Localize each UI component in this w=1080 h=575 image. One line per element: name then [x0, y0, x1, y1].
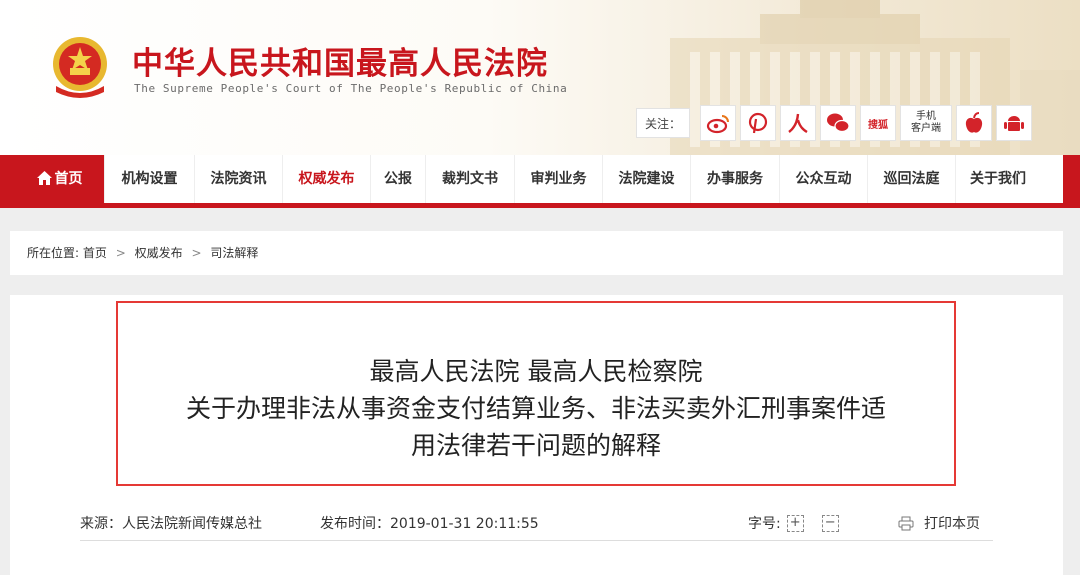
mobile-client-link[interactable]: 手机 客户端: [900, 105, 953, 141]
pinterest-icon[interactable]: [740, 105, 777, 141]
printer-icon: [898, 516, 914, 530]
nav-item-gazette[interactable]: 公报: [371, 155, 426, 203]
follow-label: 关注：: [636, 108, 691, 138]
breadcrumb-separator: >: [191, 246, 202, 260]
nav-list: 首页 机构设置 法院资讯 权威发布 公报 裁判文书 审判业务 法院建设 办事服务…: [15, 155, 1063, 203]
nav-item-services[interactable]: 办事服务: [691, 155, 780, 203]
wechat-icon[interactable]: [820, 105, 857, 141]
mobile-label: 手机 客户端: [911, 111, 942, 134]
font-size-control: 字号: + −: [748, 513, 839, 533]
android-icon[interactable]: [996, 105, 1033, 141]
national-emblem-logo: [53, 37, 107, 98]
nav-item-organization[interactable]: 机构设置: [105, 155, 195, 203]
article-source: 来源：人民法院新闻传媒总社: [80, 516, 262, 532]
site-header: 中华人民共和国最高人民法院 The Supreme People's Court…: [0, 0, 1080, 155]
breadcrumb-label: 所在位置:: [27, 246, 80, 260]
nav-item-court-news[interactable]: 法院资讯: [195, 155, 283, 203]
nav-item-about-us[interactable]: 关于我们: [956, 155, 1040, 203]
nav-item-trial-business[interactable]: 审判业务: [515, 155, 603, 203]
renren-icon[interactable]: [780, 105, 817, 141]
print-label: 打印本页: [924, 516, 980, 532]
nav-item-home[interactable]: 首页: [15, 155, 105, 203]
print-button[interactable]: 打印本页: [898, 513, 980, 533]
site-subtitle: The Supreme People's Court of The People…: [134, 82, 568, 95]
font-increase-button[interactable]: +: [786, 514, 804, 532]
article-publish-time: 发布时间：2019-01-31 20:11:55: [320, 516, 539, 532]
nav-item-public-interaction[interactable]: 公众互动: [780, 155, 868, 203]
home-icon: [36, 170, 52, 185]
breadcrumb-link-release[interactable]: 权威发布: [135, 246, 183, 260]
nav-item-circuit-court[interactable]: 巡回法庭: [868, 155, 956, 203]
breadcrumb-link-home[interactable]: 首页: [83, 246, 107, 260]
nav-item-official-release[interactable]: 权威发布: [283, 155, 371, 203]
article-panel: 最高人民法院 最高人民检察院 关于办理非法从事资金支付结算业务、非法买卖外汇刑事…: [10, 295, 1063, 575]
article-title-line: 关于办理非法从事资金支付结算业务、非法买卖外汇刑事案件适: [185, 394, 886, 423]
breadcrumb-link-interpretation[interactable]: 司法解释: [210, 246, 258, 260]
nav-label: 首页: [54, 171, 83, 187]
font-size-label: 字号:: [748, 516, 781, 532]
breadcrumb-separator: >: [115, 246, 126, 260]
article-meta-bar: 来源：人民法院新闻传媒总社 发布时间：2019-01-31 20:11:55 字…: [80, 509, 993, 541]
site-title[interactable]: 中华人民共和国最高人民法院: [132, 38, 548, 83]
sohu-icon[interactable]: 搜狐: [860, 105, 897, 141]
nav-item-court-construction[interactable]: 法院建设: [603, 155, 691, 203]
main-navigation: 首页 机构设置 法院资讯 权威发布 公报 裁判文书 审判业务 法院建设 办事服务…: [0, 155, 1080, 208]
article-title-line: 最高人民法院 最高人民检察院: [369, 357, 703, 386]
article-title-line: 用法律若干问题的解释: [410, 431, 661, 460]
font-decrease-button[interactable]: −: [821, 514, 839, 532]
weibo-icon[interactable]: [700, 105, 737, 141]
sohu-label: 搜狐: [868, 119, 889, 131]
social-follow-bar: 关注： 搜狐 手机 客户端: [636, 105, 1033, 141]
nav-item-judgments[interactable]: 裁判文书: [426, 155, 515, 203]
article-title-box: 最高人民法院 最高人民检察院 关于办理非法从事资金支付结算业务、非法买卖外汇刑事…: [116, 301, 956, 486]
breadcrumb: 所在位置: 首页 > 权威发布 > 司法解释: [10, 231, 1063, 275]
apple-icon[interactable]: [956, 105, 993, 141]
